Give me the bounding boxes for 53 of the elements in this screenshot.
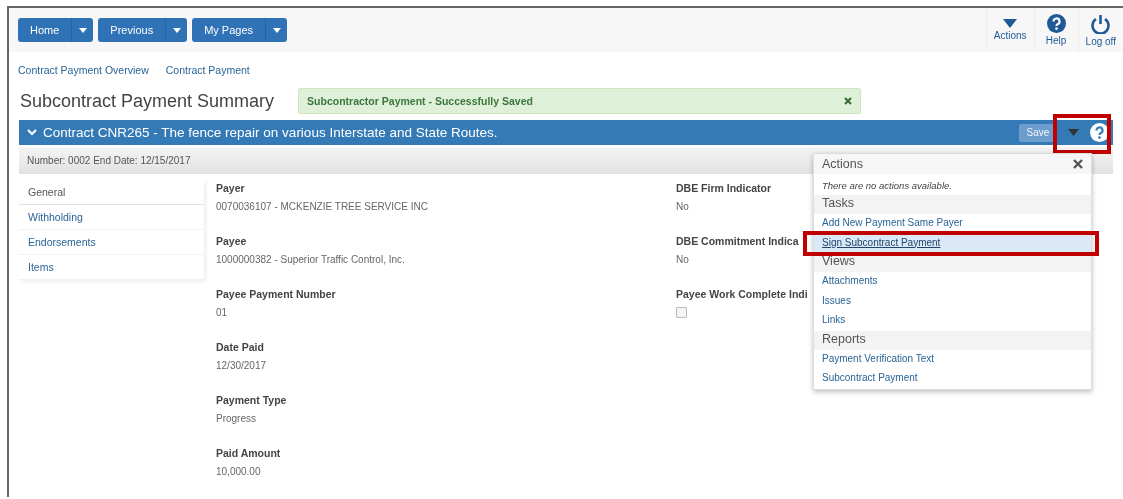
nav-button[interactable]: Previous xyxy=(98,18,166,42)
field-value: 10,000.00 xyxy=(216,466,262,477)
caret-icon xyxy=(272,27,281,33)
caret-icon xyxy=(78,27,87,33)
field-value: 01 xyxy=(216,307,229,318)
chevron-down-icon[interactable] xyxy=(27,129,37,136)
caret-icon xyxy=(1068,129,1079,136)
nav-button[interactable]: Home xyxy=(18,18,72,42)
side-tab[interactable]: Withholding xyxy=(19,205,204,230)
nav-button[interactable]: My Pages xyxy=(192,18,266,42)
side-tab[interactable]: Endorsements xyxy=(19,230,204,255)
field-label: Payee Payment Number xyxy=(216,288,337,300)
empty-note: There are no actions available. xyxy=(821,179,953,193)
menu-item[interactable]: Subcontract Payment xyxy=(814,369,1091,389)
menu-item[interactable]: Attachments xyxy=(814,272,1091,292)
menu-item[interactable]: Links xyxy=(814,311,1091,331)
menu-section-heading: Tasks xyxy=(814,195,1091,214)
contract-title: Contract CNR265 - The fence repair on various Interstate and State Routes. xyxy=(43,125,498,140)
field-value: No xyxy=(676,201,690,212)
checkbox[interactable] xyxy=(676,307,687,318)
field-label: Payment Type xyxy=(216,394,288,406)
breadcrumb-link[interactable]: Contract Payment Overview xyxy=(18,64,149,76)
close-icon[interactable] xyxy=(844,97,853,105)
summary-text: Number: 0002 End Date: 12/15/2017 xyxy=(27,155,191,166)
dropdown-button[interactable] xyxy=(71,18,94,42)
caret-icon xyxy=(1003,19,1018,28)
power-icon xyxy=(1091,13,1111,34)
menu-item[interactable]: Sign Subcontract Payment xyxy=(814,233,1091,253)
field-value: 1000000382 - Superior Traffic Control, Inc. xyxy=(216,254,406,265)
field-label: Payee Work Complete Indi xyxy=(676,288,809,300)
close-icon[interactable] xyxy=(1073,159,1083,169)
breadcrumb-link[interactable]: Contract Payment xyxy=(165,64,250,76)
field-value: Progress xyxy=(216,413,257,424)
dropdown-button[interactable] xyxy=(165,18,188,42)
field-label: Date Paid xyxy=(216,341,265,353)
menu-item[interactable]: Payment Verification Text xyxy=(814,349,1091,369)
field-label: Payee xyxy=(216,235,248,247)
field-label: Payer xyxy=(216,182,246,194)
menu-title: Actions xyxy=(822,157,863,171)
menu-section-heading: Reports xyxy=(814,330,1091,350)
page-title: Subcontract Payment Summary xyxy=(20,90,275,112)
help-icon xyxy=(1046,14,1066,33)
menu-item[interactable]: Issues xyxy=(814,291,1091,311)
field-value: 12/30/2017 xyxy=(216,360,268,371)
dropdown-button[interactable] xyxy=(265,18,288,42)
caret-icon xyxy=(172,27,181,33)
side-tab[interactable]: Items xyxy=(19,255,204,280)
field-value: 0070036107 - MCKENZIE TREE SERVICE INC xyxy=(216,201,429,212)
menu-item[interactable]: Add New Payment Same Payer xyxy=(814,214,1091,234)
alert-message: Subcontractor Payment - Successfully Saved xyxy=(307,95,533,107)
side-tab[interactable]: General xyxy=(19,180,204,205)
field-label: Paid Amount xyxy=(216,447,282,459)
help-icon[interactable] xyxy=(1090,123,1109,142)
